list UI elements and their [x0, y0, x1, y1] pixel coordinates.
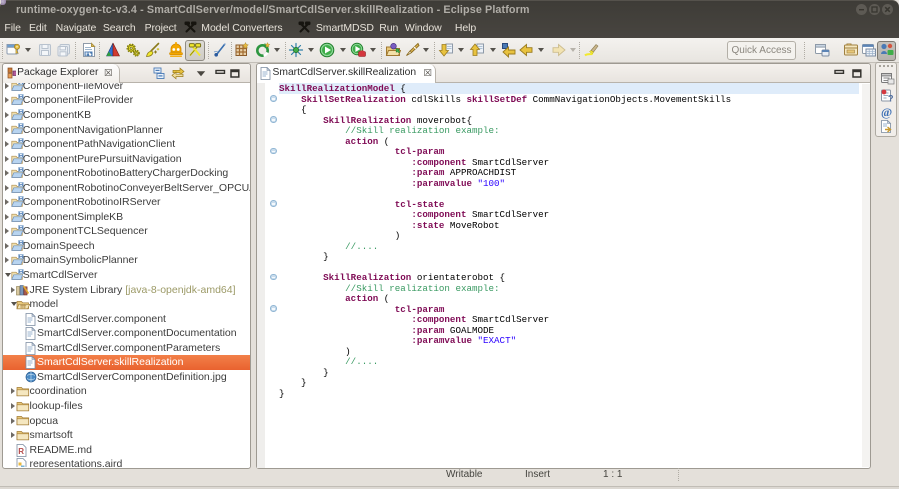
svg-text:R: R [18, 447, 24, 456]
svg-text:?: ? [888, 94, 894, 104]
